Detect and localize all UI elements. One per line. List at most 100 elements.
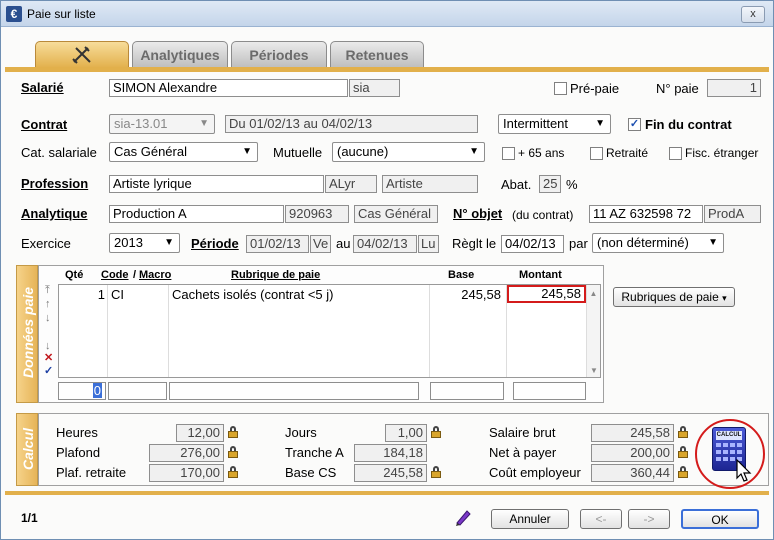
par-select[interactable]: (non déterminé) ▼ <box>592 233 724 253</box>
donnees-side-tab: Données paie <box>16 265 38 403</box>
jours-label: Jours <box>285 425 317 440</box>
base-cs-label: Base CS <box>285 465 337 480</box>
rubriques-button-label: Rubriques de paie <box>621 290 719 304</box>
cat-salariale-select[interactable]: Cas Général ▼ <box>109 142 258 162</box>
nobjet-label[interactable]: N° objet <box>453 206 502 221</box>
npaie-field: 1 <box>707 79 761 97</box>
entry-qte-field[interactable]: 0 <box>58 382 106 400</box>
entry-montant-field[interactable] <box>513 382 586 400</box>
analytique-category-field: Cas Général <box>354 205 438 223</box>
heures-label: Heures <box>56 425 98 440</box>
row-rubrique[interactable]: Cachets isolés (contrat <5 j) <box>172 287 333 302</box>
lock-icon <box>678 446 688 458</box>
row-montant[interactable]: 245,58 <box>507 285 586 303</box>
col-rubrique[interactable]: Rubrique de paie <box>231 269 320 281</box>
col-macro[interactable]: Macro <box>139 269 171 281</box>
entry-qte-value: 0 <box>92 383 102 398</box>
scroll-down-icon[interactable]: ▼ <box>587 366 601 375</box>
cout-employeur-label: Coût employeur <box>489 465 581 480</box>
salarie-label[interactable]: Salarié <box>21 80 64 95</box>
chevron-down-icon: ▼ <box>199 118 209 129</box>
reglt-date-field[interactable]: 04/02/13 <box>501 235 564 253</box>
contrat-label[interactable]: Contrat <box>21 117 67 132</box>
contrat-code-select[interactable]: sia-13.01 ▼ <box>109 114 215 134</box>
mutuelle-value: (aucune) <box>337 144 389 159</box>
contrat-dates-field: Du 01/02/13 au 04/02/13 <box>225 115 478 133</box>
row-code[interactable]: CI <box>111 287 124 302</box>
plus65-label: + 65 ans <box>518 146 565 160</box>
plafond-label: Plafond <box>56 445 101 460</box>
calculator-display: CALCUL <box>716 431 742 440</box>
salarie-name-field[interactable]: SIMON Alexandre <box>109 79 348 97</box>
validate-check-icon[interactable]: ✓ <box>44 366 53 377</box>
analytique-field[interactable]: Production A <box>109 205 284 223</box>
next-button[interactable]: -> <box>628 509 670 529</box>
fisc-etranger-checkbox[interactable] <box>669 147 682 160</box>
payroll-window: € Paie sur liste x Analytiques Périodes … <box>0 0 774 540</box>
entry-base-field[interactable] <box>430 382 504 400</box>
lock-icon <box>431 466 441 478</box>
prepaie-checkbox[interactable] <box>554 82 567 95</box>
mouse-cursor-icon <box>736 459 752 482</box>
tranche-a-field: 184,18 <box>354 444 427 462</box>
fin-contrat-checkbox[interactable]: ✓ <box>628 118 641 131</box>
delete-icon[interactable]: ✕ <box>44 353 53 364</box>
analytique-label[interactable]: Analytique <box>21 206 87 221</box>
lock-icon <box>228 446 238 458</box>
move-up-icon[interactable]: ↑ <box>45 299 51 310</box>
tab-periodes[interactable]: Périodes <box>231 41 327 68</box>
retraite-checkbox[interactable] <box>590 147 603 160</box>
mutuelle-select[interactable]: (aucune) ▼ <box>332 142 485 162</box>
periode-label[interactable]: Période <box>191 236 239 251</box>
row-qte[interactable]: 1 <box>85 287 105 302</box>
tab-retenues[interactable]: Retenues <box>330 41 424 68</box>
au-label: au <box>336 236 351 251</box>
row-base[interactable]: 245,58 <box>431 287 501 302</box>
window-title: Paie sur liste <box>27 7 96 21</box>
move-down-icon[interactable]: ↓ <box>45 341 51 352</box>
periode-from-field: 01/02/13 <box>246 235 309 253</box>
heures-field: 12,00 <box>176 424 224 442</box>
exercice-select[interactable]: 2013 ▼ <box>109 233 180 253</box>
entry-rubrique-field[interactable] <box>169 382 419 400</box>
previous-button[interactable]: <- <box>580 509 622 529</box>
ok-button[interactable]: OK <box>681 509 759 529</box>
abat-field: 25 <box>539 175 561 193</box>
edit-pencil-icon[interactable] <box>453 507 473 527</box>
exercice-value: 2013 <box>114 235 143 250</box>
contrat-type-select[interactable]: Intermittent ▼ <box>498 114 611 134</box>
fin-contrat-label: Fin du contrat <box>645 117 732 132</box>
plus65-checkbox[interactable] <box>502 147 515 160</box>
grid-divider-3 <box>429 285 430 377</box>
profession-label[interactable]: Profession <box>21 176 88 191</box>
close-button[interactable]: x <box>741 6 765 23</box>
entry-code-field[interactable] <box>108 382 167 400</box>
chevron-down-icon: ▼ <box>469 146 479 157</box>
profession-field[interactable]: Artiste lyrique <box>109 175 324 193</box>
tab-main[interactable] <box>35 41 129 68</box>
abat-label: Abat. <box>501 177 532 192</box>
grid-scrollbar[interactable]: ▲ ▼ <box>586 285 600 377</box>
euro-app-icon: € <box>6 6 22 22</box>
cout-employeur-field: 360,44 <box>591 464 674 482</box>
salarie-code-field: sia <box>349 79 400 97</box>
npaie-label: N° paie <box>656 81 699 96</box>
annuler-button[interactable]: Annuler <box>491 509 569 529</box>
move-down-small-icon[interactable]: ↓ <box>45 313 51 324</box>
col-code[interactable]: Code <box>101 269 129 281</box>
scroll-up-icon[interactable]: ▲ <box>587 289 600 298</box>
move-top-icon[interactable]: ⤒ <box>45 285 50 296</box>
lock-icon <box>228 426 238 438</box>
nobjet-field[interactable]: 11 AZ 632598 72 <box>589 205 703 223</box>
reglt-label: Règlt le <box>452 236 497 251</box>
tab-analytiques[interactable]: Analytiques <box>132 41 228 68</box>
rubriques-de-paie-button[interactable]: Rubriques de paie ▾ <box>613 287 735 307</box>
mutuelle-label: Mutuelle <box>273 145 323 160</box>
fisc-etranger-label: Fisc. étranger <box>685 146 759 160</box>
footer-separator <box>5 491 769 495</box>
prepaie-label: Pré-paie <box>570 81 620 96</box>
donnees-side-label: Données paie <box>20 286 36 378</box>
abat-unit: % <box>566 177 578 192</box>
chevron-down-icon: ▼ <box>164 237 174 248</box>
chevron-down-icon: ▾ <box>722 293 727 303</box>
